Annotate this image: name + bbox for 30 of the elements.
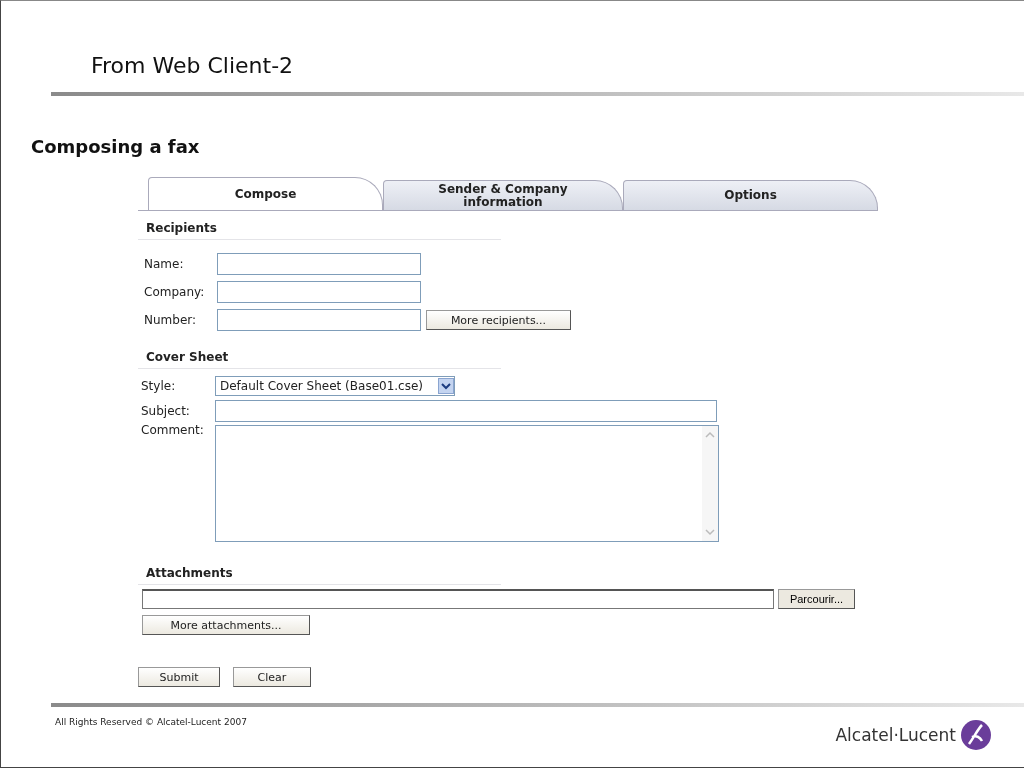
field-label: Comment: bbox=[141, 423, 205, 437]
form-button[interactable]: Clear bbox=[233, 667, 311, 687]
browse-button[interactable]: Parcourir... bbox=[778, 589, 855, 609]
input-field[interactable] bbox=[217, 253, 421, 275]
field-label: Name: bbox=[144, 257, 185, 271]
section-heading: Recipients bbox=[138, 211, 501, 240]
input-field[interactable] bbox=[217, 281, 421, 303]
field-label: Company: bbox=[144, 285, 206, 299]
input-field[interactable] bbox=[217, 309, 421, 331]
tab[interactable]: Sender & Company information bbox=[383, 180, 623, 210]
style-dropdown[interactable]: Default Cover Sheet (Base01.cse) bbox=[215, 375, 455, 396]
slide-title: From Web Client-2 bbox=[91, 53, 295, 78]
more-recipients-button[interactable]: More recipients... bbox=[426, 310, 571, 330]
input-field[interactable] bbox=[215, 399, 717, 422]
tab[interactable]: Options bbox=[623, 180, 878, 210]
field-label: Style: bbox=[141, 378, 177, 393]
section-heading: Cover Sheet bbox=[138, 340, 501, 369]
slide-heading: Composing a fax bbox=[31, 136, 201, 157]
section-heading: Attachments bbox=[138, 556, 501, 585]
field-label: Subject: bbox=[141, 403, 191, 418]
copyright-text: All Rights Reserved © Alcatel-Lucent 2007 bbox=[55, 717, 247, 727]
file-path-field[interactable] bbox=[142, 589, 774, 609]
scrollbar[interactable] bbox=[702, 426, 718, 541]
comment-textarea[interactable] bbox=[215, 425, 719, 542]
more-attachments-button[interactable]: More attachments... bbox=[142, 615, 310, 635]
form-button[interactable]: Submit bbox=[138, 667, 220, 687]
tab[interactable]: Compose bbox=[148, 177, 383, 210]
logo-text: Alcatel·Lucent bbox=[835, 725, 956, 745]
logo-icon bbox=[960, 719, 992, 751]
field-label: Number: bbox=[144, 313, 198, 327]
